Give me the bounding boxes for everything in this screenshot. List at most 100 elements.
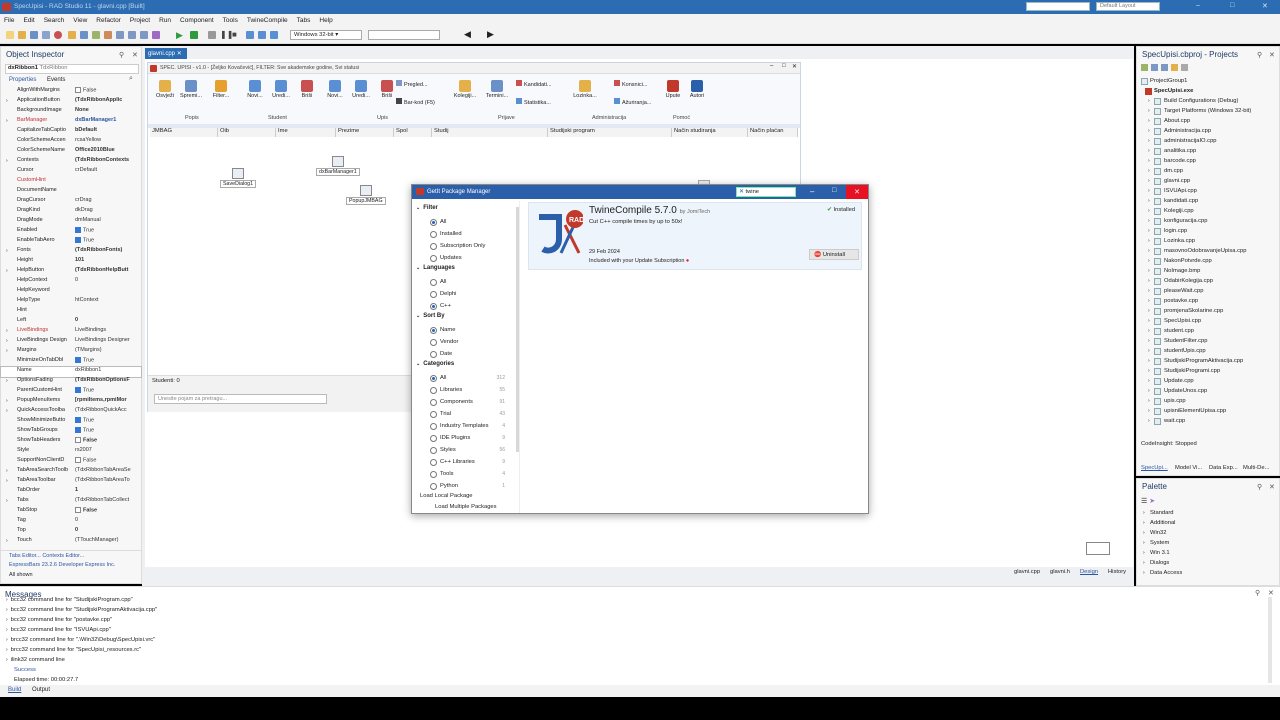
tab-build[interactable]: Build	[8, 687, 21, 693]
chevron-down-icon[interactable]: ⌄	[416, 313, 420, 319]
grid-column-header[interactable]: Ime	[276, 128, 336, 137]
expand-arrow-icon[interactable]: ›	[6, 268, 8, 274]
tab-output[interactable]: Output	[32, 687, 50, 693]
menu-item-help[interactable]: Help	[315, 14, 337, 24]
student-search-input[interactable]: Unesite pojam za pretragu...	[154, 394, 327, 404]
property-row[interactable]: ParentCustomHint True	[1, 387, 141, 397]
property-row[interactable]: ShowTabHeaders False	[1, 437, 141, 447]
project-file[interactable]: › Target Platforms (Windows 32-bit)	[1137, 107, 1277, 117]
property-row[interactable]: › Fonts (TdxRibbonFonts)	[1, 247, 141, 257]
property-value[interactable]: LiveBindings Designer	[75, 337, 135, 343]
property-value[interactable]: dkDrag	[75, 207, 135, 213]
forward-icon[interactable]: ▶	[487, 29, 494, 40]
expand-arrow-icon[interactable]: ›	[1148, 138, 1150, 144]
property-row[interactable]: › OptionsFading (TdxRibbonOptionsF	[1, 377, 141, 387]
expand-arrow-icon[interactable]: ›	[6, 627, 8, 633]
ide-search-input[interactable]	[1026, 2, 1090, 11]
checkbox-icon[interactable]	[75, 457, 81, 463]
expand-arrow-icon[interactable]: ›	[1148, 308, 1150, 314]
form-thumbnail[interactable]	[1086, 542, 1110, 555]
project-file[interactable]: › postavke.cpp	[1137, 297, 1277, 307]
property-row[interactable]: Top 0	[1, 527, 141, 537]
expand-arrow-icon[interactable]: ›	[1148, 378, 1150, 384]
project-file[interactable]: › StudijskiProgramAktivacija.cpp	[1137, 357, 1277, 367]
filter-scrollbar[interactable]	[516, 207, 519, 452]
design-tab[interactable]: glavni.h	[1050, 569, 1070, 575]
project-file[interactable]: › NakonPotvrde.cpp	[1137, 257, 1277, 267]
expand-arrow-icon[interactable]: ›	[6, 398, 8, 404]
grid-column-header[interactable]: Način studiranja	[672, 128, 748, 137]
expand-arrow-icon[interactable]: ›	[6, 538, 8, 544]
layout-combo[interactable]: Default Layout	[1096, 2, 1160, 11]
expand-arrow-icon[interactable]: ›	[1148, 388, 1150, 394]
messages-pin-icon[interactable]: ⚲	[1255, 589, 1260, 597]
menu-item-project[interactable]: Project	[126, 14, 155, 24]
property-row[interactable]: › Touch (TTouchManager)	[1, 537, 141, 547]
property-value[interactable]: True	[75, 237, 135, 243]
property-value[interactable]: 1	[75, 487, 135, 493]
expand-arrow-icon[interactable]: ›	[6, 657, 8, 663]
palette-pin-icon[interactable]: ⚲	[1257, 483, 1262, 491]
expand-arrow-icon[interactable]: ›	[1143, 510, 1145, 516]
property-row[interactable]: EnableTabAero True	[1, 237, 141, 247]
property-row[interactable]: CustomHint	[1, 177, 141, 187]
sync-icon[interactable]	[1151, 64, 1158, 71]
load-multiple-packages-button[interactable]: Load Multiple Packages	[435, 504, 497, 510]
project-file[interactable]: › StudentFilter.cpp	[1137, 337, 1277, 347]
ribbon-button[interactable]: Upute	[660, 80, 686, 99]
tab-glavni-cpp[interactable]: glavni.cpp ✕	[145, 48, 187, 59]
project-file[interactable]: › About.cpp	[1137, 117, 1277, 127]
palette-category[interactable]: › Win 3.1	[1137, 549, 1277, 559]
expand-arrow-icon[interactable]: ›	[1148, 418, 1150, 424]
menu-item-run[interactable]: Run	[155, 14, 176, 24]
expand-arrow-icon[interactable]: ›	[1143, 530, 1145, 536]
message-line[interactable]: › brcc32 command line for ".\Win32\Debug\…	[6, 637, 155, 643]
expand-arrow-icon[interactable]: ›	[1148, 278, 1150, 284]
form-min-icon[interactable]: –	[770, 63, 773, 69]
section-filter[interactable]: ⌄ Filter	[416, 205, 438, 211]
radio-button[interactable]	[430, 447, 437, 454]
load-local-package-button[interactable]: Load Local Package	[420, 493, 473, 499]
property-row[interactable]: Tag 0	[1, 517, 141, 527]
project-file[interactable]: › OdabirKolegija.cpp	[1137, 277, 1277, 287]
radio-button[interactable]	[430, 411, 437, 418]
property-value[interactable]: rs2007	[75, 447, 135, 453]
add-icon[interactable]	[1141, 64, 1148, 71]
expand-arrow-icon[interactable]: ›	[1143, 560, 1145, 566]
expand-arrow-icon[interactable]: ›	[6, 328, 8, 334]
expand-arrow-icon[interactable]: ›	[6, 498, 8, 504]
expand-arrow-icon[interactable]: ›	[6, 248, 8, 254]
property-value[interactable]: 0	[75, 317, 135, 323]
property-row[interactable]: › Margins (TMargins)	[1, 347, 141, 357]
expand-arrow-icon[interactable]: ›	[6, 468, 8, 474]
grid-column-header[interactable]: Studijski program	[548, 128, 672, 137]
property-value[interactable]: (TdxRibbonContexts	[75, 157, 135, 163]
ribbon-button[interactable]: Termini...	[484, 80, 510, 99]
ribbon-button[interactable]: Konsnici...	[614, 80, 647, 88]
expand-arrow-icon[interactable]: ›	[1148, 298, 1150, 304]
filter-option[interactable]: C++ Libraries 9	[412, 457, 515, 468]
project-file[interactable]: › glavni.cpp	[1137, 177, 1277, 187]
property-value[interactable]: True	[75, 357, 135, 363]
property-row[interactable]: Hint	[1, 307, 141, 317]
expand-arrow-icon[interactable]: ›	[1143, 570, 1145, 576]
property-value[interactable]: dxBarManager1	[75, 117, 135, 123]
project-file[interactable]: › analitika.cpp	[1137, 147, 1277, 157]
filter-option[interactable]: All 312	[412, 373, 515, 384]
property-row[interactable]: › Contexts (TdxRibbonContexts	[1, 157, 141, 167]
property-value[interactable]: 0	[75, 517, 135, 523]
getit-close-button[interactable]: ✕	[846, 185, 868, 199]
radio-button[interactable]	[430, 435, 437, 442]
property-value[interactable]: None	[75, 107, 135, 113]
project-file[interactable]: › SpecUpisi.cpp	[1137, 317, 1277, 327]
expand-arrow-icon[interactable]: ›	[1148, 318, 1150, 324]
checkbox-icon[interactable]	[75, 427, 81, 433]
expand-arrow-icon[interactable]: ›	[1148, 248, 1150, 254]
ribbon-button[interactable]: Lozinka...	[572, 80, 598, 99]
project-file[interactable]: › studentUpis.cpp	[1137, 347, 1277, 357]
non-visual-component[interactable]: PopupJMBAG	[346, 185, 386, 205]
property-row[interactable]: › PopupMenuItems [rpmiItems,rpmiMor	[1, 397, 141, 407]
palette-category[interactable]: › System	[1137, 539, 1277, 549]
property-value[interactable]: dmManual	[75, 217, 135, 223]
filter-option[interactable]: Installed	[412, 229, 515, 240]
